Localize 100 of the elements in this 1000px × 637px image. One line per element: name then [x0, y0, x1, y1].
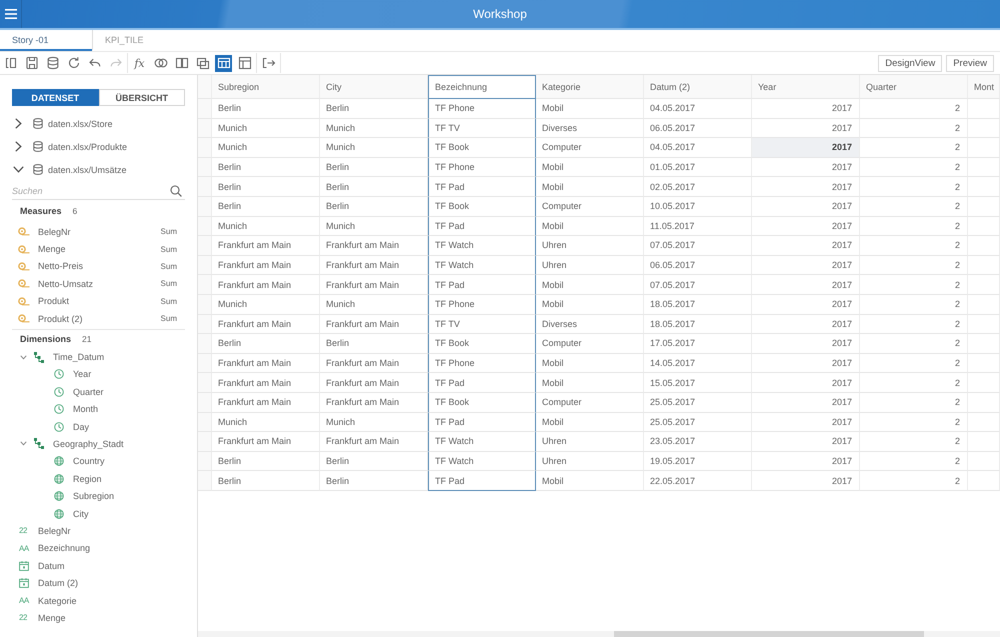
dimension-name[interactable]: Geography_Stadt	[53, 438, 124, 449]
column-header[interactable]: Bezeichnung	[428, 75, 536, 99]
row-header-cell[interactable]	[198, 99, 212, 119]
column-header[interactable]: City	[320, 75, 428, 99]
measure-name[interactable]: Produkt (2)	[38, 314, 83, 324]
dimension-name[interactable]: Quarter	[73, 386, 104, 397]
dimension-name[interactable]: Datum	[38, 560, 65, 571]
chevron-down-icon[interactable]	[20, 441, 27, 446]
row-header-cell[interactable]	[198, 334, 212, 354]
formula-button[interactable]: fx	[131, 54, 148, 72]
table-cell: Uhren	[536, 236, 644, 256]
row-header-cell[interactable]	[198, 392, 212, 412]
clock-icon	[54, 369, 64, 380]
table-cell: Frankfurt am Main	[212, 392, 320, 412]
toolbar-button[interactable]: DesignView	[878, 54, 942, 72]
table-cell: 2	[860, 158, 968, 178]
hierarchy-icon	[34, 352, 44, 363]
search-icon[interactable]	[170, 185, 182, 197]
column-header[interactable]: Datum (2)	[644, 75, 752, 99]
row-header-cell[interactable]	[198, 471, 212, 491]
row-header-cell[interactable]	[198, 236, 212, 256]
row-header-cell[interactable]	[198, 452, 212, 472]
dimension-name[interactable]: Menge	[38, 612, 66, 623]
table-cell	[968, 177, 1000, 197]
search-field[interactable]: Suchen	[12, 182, 185, 200]
row-header-cell[interactable]	[198, 196, 212, 217]
save-icon	[24, 55, 40, 71]
dimension-name[interactable]: Datum (2)	[38, 578, 78, 588]
measure-name[interactable]: Netto-Umsatz	[38, 278, 94, 289]
dimension-name[interactable]: Month	[73, 404, 98, 414]
row-header-cell[interactable]	[198, 432, 212, 452]
column-header[interactable]: Subregion	[212, 75, 320, 99]
row-header-cell[interactable]	[198, 177, 212, 197]
table-cell: 25.05.2017	[644, 412, 752, 432]
row-header-cell[interactable]	[198, 118, 212, 138]
row-header-cell[interactable]	[198, 158, 212, 178]
table-cell: TF Pad	[428, 471, 536, 491]
dimension-name[interactable]: Country	[73, 456, 105, 466]
table-cell: Munich	[320, 138, 428, 158]
row-header-cell[interactable]	[198, 275, 212, 295]
table-cell: 22.05.2017	[644, 471, 752, 491]
chevron-down-icon[interactable]	[13, 166, 24, 173]
dimension-name[interactable]: Year	[73, 369, 92, 380]
table-cell: Mobil	[536, 354, 644, 374]
column-header[interactable]: Mont	[968, 75, 1000, 99]
layout-button[interactable]	[236, 54, 253, 72]
table-cell: 25.05.2017	[644, 392, 752, 412]
column-header[interactable]: Kategorie	[536, 75, 644, 99]
row-header-cell[interactable]	[198, 138, 212, 158]
table-cell: Frankfurt am Main	[320, 392, 428, 412]
measure-name[interactable]: Produkt	[38, 296, 70, 306]
column-header[interactable]: Year	[752, 75, 860, 99]
table-cell: 2017	[752, 354, 860, 374]
table-cell: Frankfurt am Main	[320, 314, 428, 334]
row-header-cell[interactable]	[198, 216, 212, 236]
measure-name[interactable]: Menge	[38, 244, 66, 254]
dimension-name[interactable]: BelegNr	[38, 526, 71, 536]
corner-cell[interactable]	[198, 75, 212, 99]
hierarchy-icon	[34, 438, 44, 450]
table-cell: Uhren	[536, 256, 644, 276]
table-cell: Berlin	[320, 177, 428, 197]
measure-name[interactable]: Netto-Preis	[38, 261, 84, 272]
table-cell: TF Book	[428, 392, 536, 412]
dimension-name[interactable]: Region	[73, 474, 102, 484]
table-view-button[interactable]	[215, 54, 232, 72]
table-cell: 07.05.2017	[644, 275, 752, 295]
aggregation-label: Sum	[160, 244, 177, 254]
row-header-cell[interactable]	[198, 256, 212, 276]
table-cell: Berlin	[320, 471, 428, 491]
row-header-cell[interactable]	[198, 314, 212, 334]
table-cell: 07.05.2017	[644, 236, 752, 256]
row-header-cell[interactable]	[198, 412, 212, 432]
dimension-name[interactable]: Day	[73, 422, 90, 432]
toolbar-button[interactable]: Preview	[946, 54, 994, 72]
row-header-cell[interactable]	[198, 354, 212, 374]
chevron-right-icon[interactable]	[15, 141, 22, 152]
dataset-name[interactable]: daten.xlsx/Umsätze	[48, 164, 127, 174]
table-cell: TF Pad	[428, 275, 536, 295]
table-cell: 04.05.2017	[644, 138, 752, 158]
table-cell: Frankfurt am Main	[212, 256, 320, 276]
dimension-name[interactable]: Bezeichnung	[38, 543, 90, 554]
measure-name[interactable]: BelegNr	[38, 226, 71, 237]
dataset-name[interactable]: daten.xlsx/Produkte	[48, 142, 128, 152]
dimension-name[interactable]: Kategorie	[38, 596, 77, 606]
dimension-name[interactable]: Time_Datum	[53, 352, 104, 362]
segment-button[interactable]: ÜBERSICHT	[98, 89, 185, 106]
row-header-cell[interactable]	[198, 294, 212, 315]
dataset-name[interactable]: daten.xlsx/Store	[48, 118, 113, 128]
dimension-name[interactable]: Subregion	[73, 491, 114, 502]
dimension-name[interactable]: City	[73, 508, 88, 519]
table-cell: Frankfurt am Main	[212, 432, 320, 452]
row-header-cell[interactable]	[198, 373, 212, 393]
chevron-down-icon[interactable]	[20, 354, 27, 360]
column-header[interactable]: Quarter	[860, 75, 968, 99]
table-cell: Frankfurt am Main	[320, 432, 428, 452]
segment-button[interactable]: DATENSET	[12, 89, 98, 106]
table-cell: Berlin	[320, 196, 428, 217]
scrollbar-thumb[interactable]	[614, 631, 924, 637]
table-cell: 02.05.2017	[644, 177, 752, 197]
chevron-right-icon[interactable]	[15, 118, 22, 129]
